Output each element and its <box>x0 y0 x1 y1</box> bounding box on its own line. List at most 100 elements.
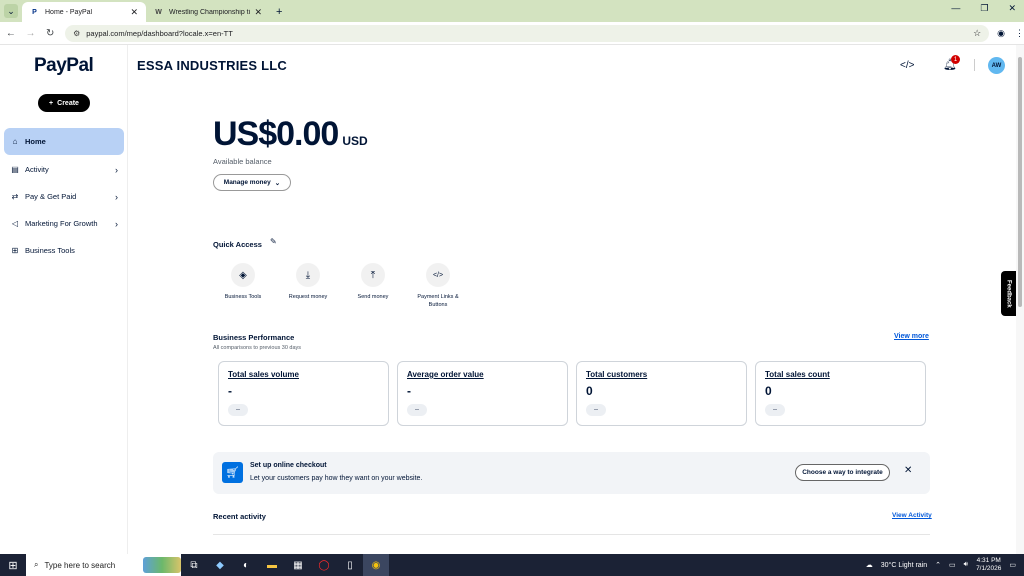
copilot-icon[interactable]: ◆ <box>207 554 233 576</box>
task-view-icon[interactable]: ⧉ <box>181 554 207 576</box>
pay-icon: ⇄ <box>11 192 19 201</box>
tab-search-icon[interactable]: ⌄ <box>4 4 18 18</box>
checkout-subtext: Let your customers pay how they want on … <box>250 475 423 482</box>
metric-title[interactable]: Total customers <box>586 370 647 379</box>
sidebar-item-business-tools[interactable]: ⊞ Business Tools <box>4 237 124 264</box>
recent-activity-title: Recent activity <box>213 512 266 521</box>
business-performance-subtitle: All comparisons to previous 30 days <box>213 345 302 351</box>
windows-start-icon[interactable]: ⊞ <box>0 559 26 572</box>
scrollbar-thumb[interactable] <box>1018 57 1022 307</box>
tab-wrestling[interactable]: W Wrestling Championship title b ✕ <box>146 2 270 22</box>
close-icon[interactable]: ✕ <box>904 465 912 476</box>
network-icon[interactable]: ▭ <box>949 561 956 569</box>
site-favicon-icon: W <box>155 8 162 16</box>
windows-taskbar: ⊞ ⌕ Type here to search ⧉ ◆ ◐ ▬ ▦ ◯ ▯ ◉ … <box>0 554 1024 576</box>
main-content: ESSA INDUSTRIES LLC </> 🔔︎ 1 AW US$0.00 … <box>128 45 1016 554</box>
site-info-icon[interactable]: ⚙ <box>73 29 80 38</box>
weather-icon[interactable]: ☁ <box>866 561 873 569</box>
tab-paypal-home[interactable]: P Home - PayPal ✕ <box>22 2 146 22</box>
chrome-icon[interactable]: ◉ <box>363 554 389 576</box>
paypal-favicon-icon: P <box>32 8 37 16</box>
online-checkout-banner: 🛒︎ Set up online checkout Let your custo… <box>213 452 930 494</box>
browser-menu-icon[interactable]: ⋮ <box>1015 28 1024 39</box>
metric-card-average-order-value[interactable]: Average order value - -- <box>397 361 568 426</box>
chevron-right-icon: › <box>115 218 118 229</box>
taskbar-clock[interactable]: 4:31 PM 7/1/2026 <box>976 557 1001 573</box>
manage-money-button[interactable]: Manage money ⌄ <box>213 174 291 191</box>
app-icon[interactable]: ◐ <box>233 554 259 576</box>
forward-icon[interactable]: → <box>22 28 40 39</box>
clock-date: 7/1/2026 <box>976 565 1002 572</box>
balance-currency: USD <box>342 134 368 148</box>
back-icon[interactable]: ← <box>2 28 20 39</box>
tray-chevron-up-icon[interactable]: ⌃ <box>935 561 941 569</box>
close-window-icon[interactable]: ✕ <box>1008 3 1016 14</box>
metric-change-badge: -- <box>586 404 606 416</box>
metric-change-badge: -- <box>228 404 248 416</box>
metric-card-total-customers[interactable]: Total customers 0 -- <box>576 361 747 426</box>
quick-access-request-money[interactable]: ⤓ Request money <box>278 263 338 301</box>
metric-card-total-sales-volume[interactable]: Total sales volume - -- <box>218 361 389 426</box>
new-tab-icon[interactable]: + <box>276 6 282 18</box>
sidebar-item-label: Business Tools <box>25 246 75 255</box>
code-icon: </> <box>426 263 450 287</box>
quick-access-label: Business Tools <box>224 294 262 300</box>
quick-access-payment-links[interactable]: </> Payment Links & Buttons <box>408 263 468 310</box>
metric-title[interactable]: Total sales volume <box>228 370 299 379</box>
metric-title[interactable]: Average order value <box>407 370 484 379</box>
notepad-icon[interactable]: ▯ <box>337 554 363 576</box>
clock-time: 4:31 PM <box>976 557 1001 565</box>
tab-close-icon[interactable]: ✕ <box>130 7 138 18</box>
tab-title: Wrestling Championship title b <box>169 8 251 16</box>
restore-icon[interactable]: ❐ <box>980 3 988 14</box>
megaphone-icon: ◁ <box>11 219 19 228</box>
sidebar-item-home[interactable]: ⌂ Home <box>4 128 124 155</box>
sidebar-item-label: Pay & Get Paid <box>25 192 77 201</box>
quick-access-label: Request money <box>288 294 328 300</box>
bookmark-star-icon[interactable]: ☆ <box>973 28 981 39</box>
sidebar-item-label: Home <box>25 137 46 146</box>
weather-text[interactable]: 30°C Light rain <box>881 562 927 569</box>
notifications-icon[interactable]: ▭ <box>1009 561 1016 569</box>
reload-icon[interactable]: ↻ <box>41 28 59 39</box>
create-button[interactable]: + Create <box>38 94 90 112</box>
paypal-logo[interactable]: PayPal <box>34 55 94 77</box>
profile-icon[interactable]: ◉ <box>997 28 1005 39</box>
send-money-icon: ⤒ <box>361 263 385 287</box>
url-input[interactable]: ⚙ paypal.com/mep/dashboard?locale.x=en-T… <box>65 24 990 42</box>
quick-access-label: Send money <box>357 294 389 300</box>
view-more-link[interactable]: View more <box>894 333 929 340</box>
view-activity-link[interactable]: View Activity <box>892 512 932 519</box>
minimize-icon[interactable]: — <box>951 3 960 14</box>
divider <box>213 534 930 535</box>
tab-close-icon[interactable]: ✕ <box>254 7 262 18</box>
edit-pencil-icon[interactable]: ✎ <box>270 237 277 246</box>
developer-code-icon[interactable]: </> <box>900 60 914 71</box>
search-placeholder: Type here to search <box>44 560 116 570</box>
metric-card-total-sales-count[interactable]: Total sales count 0 -- <box>755 361 926 426</box>
metric-title[interactable]: Total sales count <box>765 370 830 379</box>
sidebar-item-label: Activity <box>25 165 49 174</box>
available-balance-label: Available balance <box>213 157 272 166</box>
volume-icon[interactable]: 🔊︎ <box>964 561 968 569</box>
sidebar-item-pay-get-paid[interactable]: ⇄ Pay & Get Paid › <box>4 183 124 210</box>
plus-icon: + <box>49 99 54 107</box>
opera-icon[interactable]: ◯ <box>311 554 337 576</box>
create-label: Create <box>57 99 79 107</box>
quick-access-business-tools[interactable]: ◈ Business Tools <box>213 263 273 301</box>
quick-access-label: Payment Links & Buttons <box>417 294 459 309</box>
file-explorer-icon[interactable]: ▬ <box>259 554 285 576</box>
company-name: ESSA INDUSTRIES LLC <box>137 58 287 73</box>
quick-access-send-money[interactable]: ⤒ Send money <box>343 263 403 301</box>
feedback-tab[interactable]: Feedback <box>1001 271 1016 316</box>
choose-integration-button[interactable]: Choose a way to integrate <box>795 464 890 481</box>
avatar[interactable]: AW <box>988 57 1005 74</box>
address-bar-row: ← → ↻ ⚙ paypal.com/mep/dashboard?locale.… <box>0 22 1024 45</box>
sidebar-item-marketing[interactable]: ◁ Marketing For Growth › <box>4 210 124 237</box>
balance-display: US$0.00 USD <box>213 115 368 154</box>
sidebar-item-activity[interactable]: ▤ Activity › <box>4 156 124 183</box>
store-icon[interactable]: ▦ <box>285 554 311 576</box>
sidebar-item-label: Marketing For Growth <box>25 219 98 228</box>
grid-icon: ⊞ <box>11 246 19 255</box>
request-money-icon: ⤓ <box>296 263 320 287</box>
